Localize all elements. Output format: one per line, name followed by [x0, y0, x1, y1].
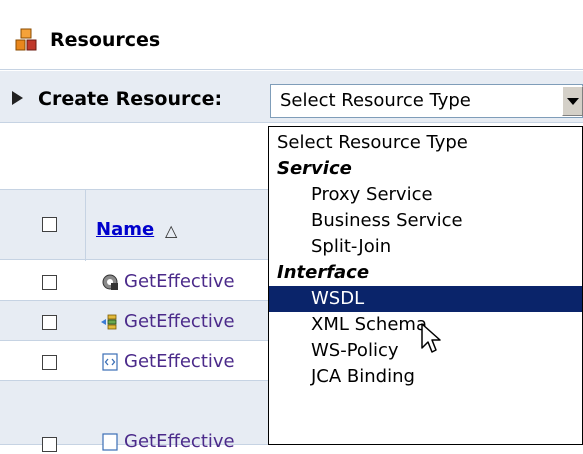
option-proxy-service[interactable]: Proxy Service: [269, 182, 582, 208]
resource-type-dropdown-list[interactable]: Select Resource Type Service Proxy Servi…: [268, 126, 583, 445]
row-checkbox[interactable]: [42, 315, 57, 330]
resources-icon: [15, 28, 37, 51]
create-resource-label: Create Resource:: [38, 88, 223, 110]
resource-name-link[interactable]: GetEffective: [124, 430, 235, 454]
option-wsdl[interactable]: WSDL: [269, 286, 582, 312]
option-group-interface: Interface: [277, 262, 370, 283]
chevron-down-icon: [567, 98, 579, 105]
split-join-icon: [101, 314, 117, 330]
expand-triangle-icon[interactable]: [12, 91, 23, 105]
select-all-checkbox[interactable]: [42, 217, 57, 232]
resource-name-link[interactable]: GetEffective: [124, 310, 235, 334]
resource-name-link[interactable]: GetEffective: [124, 350, 235, 374]
file-icon: [102, 433, 118, 451]
mouse-cursor-icon: [421, 323, 441, 353]
page-title: Resources: [50, 29, 161, 51]
option-jca-binding[interactable]: JCA Binding: [269, 364, 582, 390]
resource-type-select-value: Select Resource Type: [280, 90, 471, 111]
option-select-resource-type[interactable]: Select Resource Type: [269, 130, 582, 156]
option-business-service[interactable]: Business Service: [269, 208, 582, 234]
resource-name-link[interactable]: GetEffective: [124, 270, 235, 294]
name-column-header[interactable]: Name: [96, 218, 154, 242]
option-group-service: Service: [277, 158, 352, 179]
service-gear-icon: [102, 274, 118, 290]
row-checkbox[interactable]: [42, 275, 57, 290]
sort-ascending-icon[interactable]: △: [165, 221, 177, 241]
wsdl-file-icon: [102, 353, 118, 371]
option-split-join[interactable]: Split-Join: [269, 234, 582, 260]
row-checkbox[interactable]: [42, 355, 57, 370]
